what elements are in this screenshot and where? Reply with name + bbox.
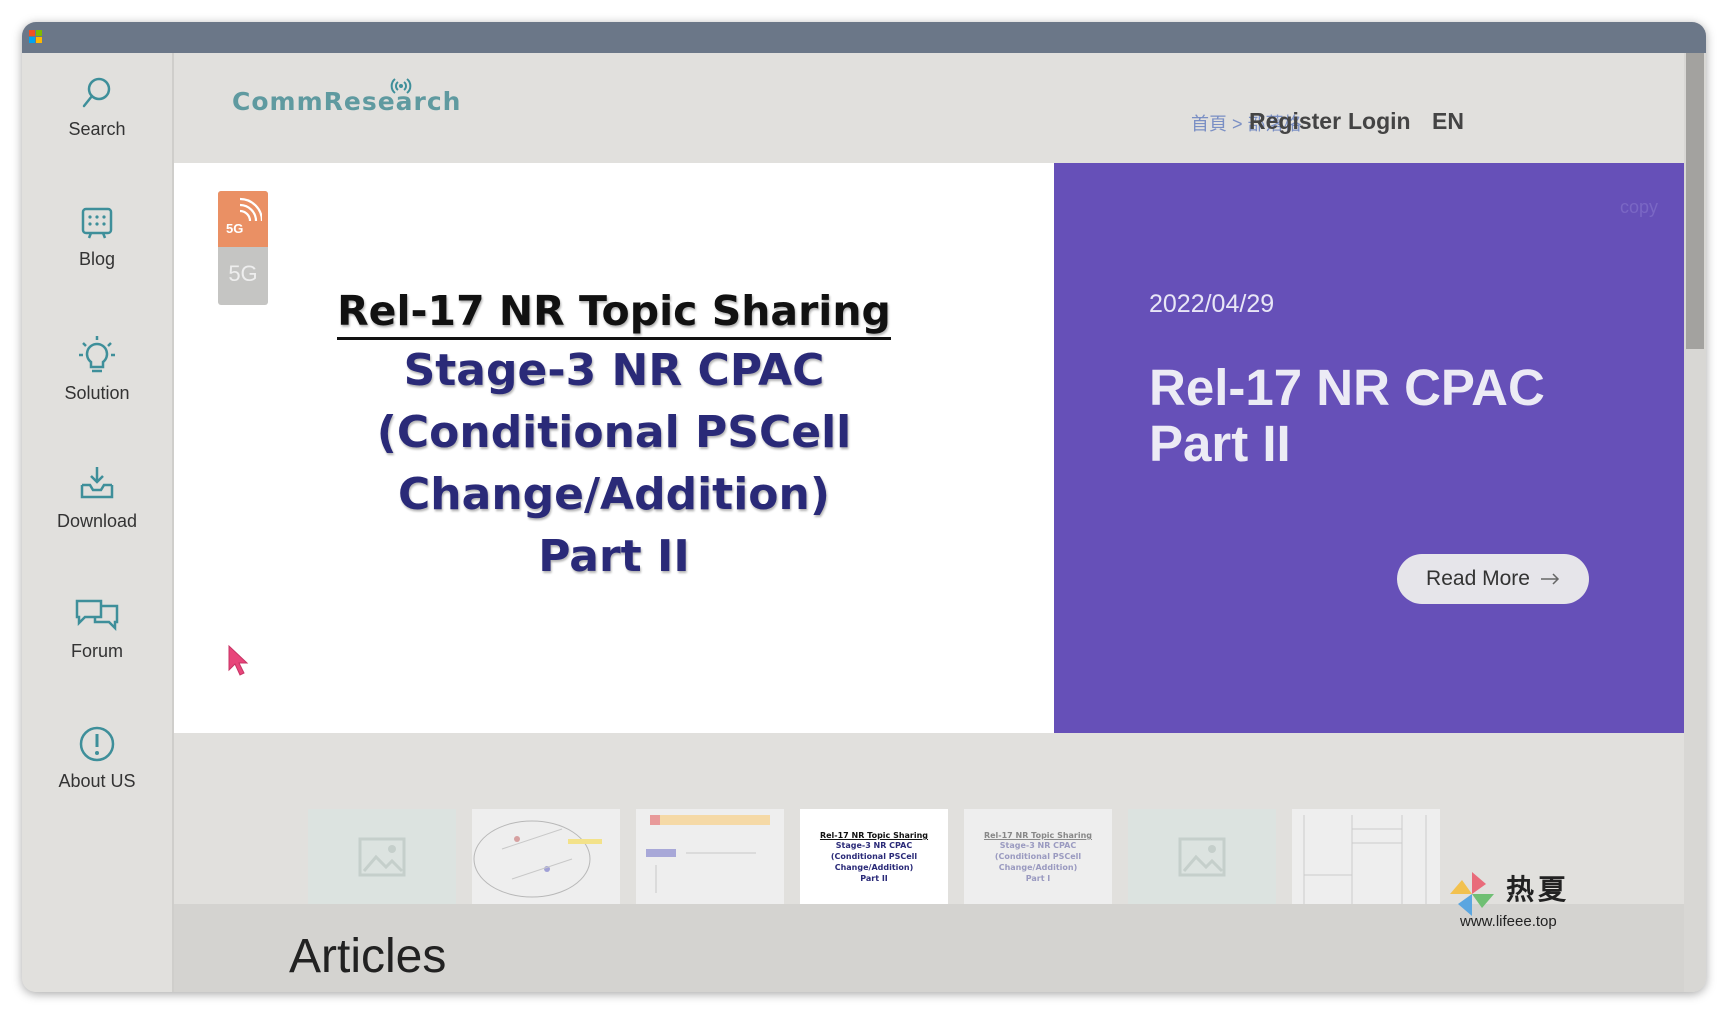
read-more-label: Read More: [1426, 567, 1530, 590]
sidebar-item-solution[interactable]: Solution: [22, 335, 172, 445]
slide-subtitle: (Conditional PSCell Change/Addition): [376, 407, 852, 520]
diagram-preview: [1303, 815, 1427, 905]
pinwheel-logo-icon: [1450, 872, 1494, 916]
hero-slide-image[interactable]: 5G 5G Rel-17 NR Topic Sharing Stage-3 NR…: [174, 163, 1054, 733]
sidebar-item-label: Download: [56, 511, 138, 531]
app-window: Search Blog Solution Download Forum Abou…: [22, 22, 1706, 992]
chat-icon: [75, 599, 119, 632]
post-title: Rel-17 NR CPAC Part II: [1149, 360, 1649, 472]
thumbnail-title: Rel-17 NR Topic Sharing: [983, 831, 1093, 840]
copy-label[interactable]: copy: [1620, 197, 1658, 218]
thumbnail-text: Rel-17 NR Topic Sharing Stage-3 NR CPAC …: [800, 831, 948, 884]
badge-top: 5G: [218, 191, 268, 247]
sidebar: Search Blog Solution Download Forum Abou…: [22, 53, 174, 992]
sidebar-item-label: Blog: [78, 249, 116, 269]
sidebar-item-label: About US: [58, 771, 136, 791]
login-link[interactable]: Login: [1348, 108, 1411, 135]
watermark-name: 热夏: [1506, 873, 1571, 906]
sidebar-item-download[interactable]: Download: [22, 465, 172, 575]
scrollbar-thumb[interactable]: [1686, 53, 1704, 349]
sidebar-item-about[interactable]: About US: [22, 725, 172, 835]
windows-logo-icon: [29, 30, 43, 44]
thumbnail-line: Stage-3 NR CPAC: [835, 841, 913, 850]
scrollbar[interactable]: [1684, 53, 1706, 992]
diagram-preview: [473, 820, 602, 898]
articles-heading: Articles: [289, 930, 447, 983]
thumbnail-placeholder[interactable]: [308, 809, 456, 907]
wireless-5g-icon: [239, 197, 262, 222]
diagram-preview: [646, 815, 770, 893]
thumbnail-title: Rel-17 NR Topic Sharing: [819, 831, 929, 840]
post-title-line: Part II: [1149, 415, 1291, 472]
watermark: 热夏 www.lifeee.top: [1448, 868, 1688, 948]
arrow-right-icon: [1540, 573, 1559, 585]
logo-text: CommResearch: [232, 87, 462, 116]
slide-text: Rel-17 NR Topic Sharing Stage-3 NR CPAC …: [174, 285, 1054, 588]
thumbnail-line: Part II: [860, 874, 888, 883]
sidebar-item-blog[interactable]: Blog: [22, 205, 172, 315]
thumbnail-diagram[interactable]: [1292, 809, 1440, 907]
sidebar-item-label: Search: [68, 119, 126, 139]
language-switch[interactable]: EN: [1432, 108, 1464, 135]
sidebar-item-label: Forum: [70, 641, 123, 661]
register-link[interactable]: Register: [1249, 108, 1341, 135]
slide-subtitle: Part II: [538, 531, 690, 582]
hero-info-panel: copy 2022/04/29 Rel-17 NR CPAC Part II R…: [1054, 163, 1684, 733]
site-logo[interactable]: CommResearch: [232, 75, 492, 123]
title-bar: [22, 22, 1706, 53]
info-icon: [79, 726, 115, 762]
thumbnail-diagram[interactable]: [636, 809, 784, 907]
thumbnail-slide[interactable]: Rel-17 NR Topic Sharing Stage-3 NR CPAC …: [964, 809, 1112, 907]
image-placeholder-icon: [1178, 837, 1226, 877]
site-header: CommResearch 首頁 > 部落格 Register Login EN: [174, 53, 1684, 163]
read-more-button[interactable]: Read More: [1397, 554, 1589, 604]
badge-bottom-label: 5G: [228, 261, 258, 286]
post-title-line: Rel-17 NR CPAC: [1149, 359, 1545, 416]
search-icon: [82, 77, 111, 108]
slide-subtitle: Stage-3 NR CPAC: [403, 345, 825, 396]
sidebar-item-label: Solution: [64, 383, 130, 403]
watermark-url: www.lifeee.top: [1460, 913, 1557, 930]
slide-title: Rel-17 NR Topic Sharing: [337, 285, 891, 340]
thumbnail-slide-active[interactable]: Rel-17 NR Topic Sharing Stage-3 NR CPAC …: [800, 809, 948, 907]
main-content: CommResearch 首頁 > 部落格 Register Login EN …: [174, 53, 1706, 992]
lightbulb-icon: [79, 336, 115, 373]
thumbnail-line: Stage-3 NR CPAC: [999, 841, 1077, 850]
blog-icon: [81, 207, 113, 239]
image-placeholder-icon: [358, 837, 406, 877]
thumbnail-diagram[interactable]: [472, 809, 620, 907]
badge-top-label: 5G: [226, 221, 244, 236]
thumbnail-text: Rel-17 NR Topic Sharing Stage-3 NR CPAC …: [964, 831, 1112, 884]
thumbnail-placeholder[interactable]: [1128, 809, 1276, 907]
mouse-cursor-icon: [228, 644, 249, 676]
thumbnail-line: (Conditional PSCell Change/Addition): [994, 852, 1082, 872]
download-icon: [80, 467, 114, 499]
sidebar-item-forum[interactable]: Forum: [22, 595, 172, 705]
post-date: 2022/04/29: [1149, 290, 1275, 318]
sidebar-item-search[interactable]: Search: [22, 75, 172, 185]
thumbnail-line: Part I: [1025, 874, 1051, 883]
thumbnail-line: (Conditional PSCell Change/Addition): [830, 852, 918, 872]
